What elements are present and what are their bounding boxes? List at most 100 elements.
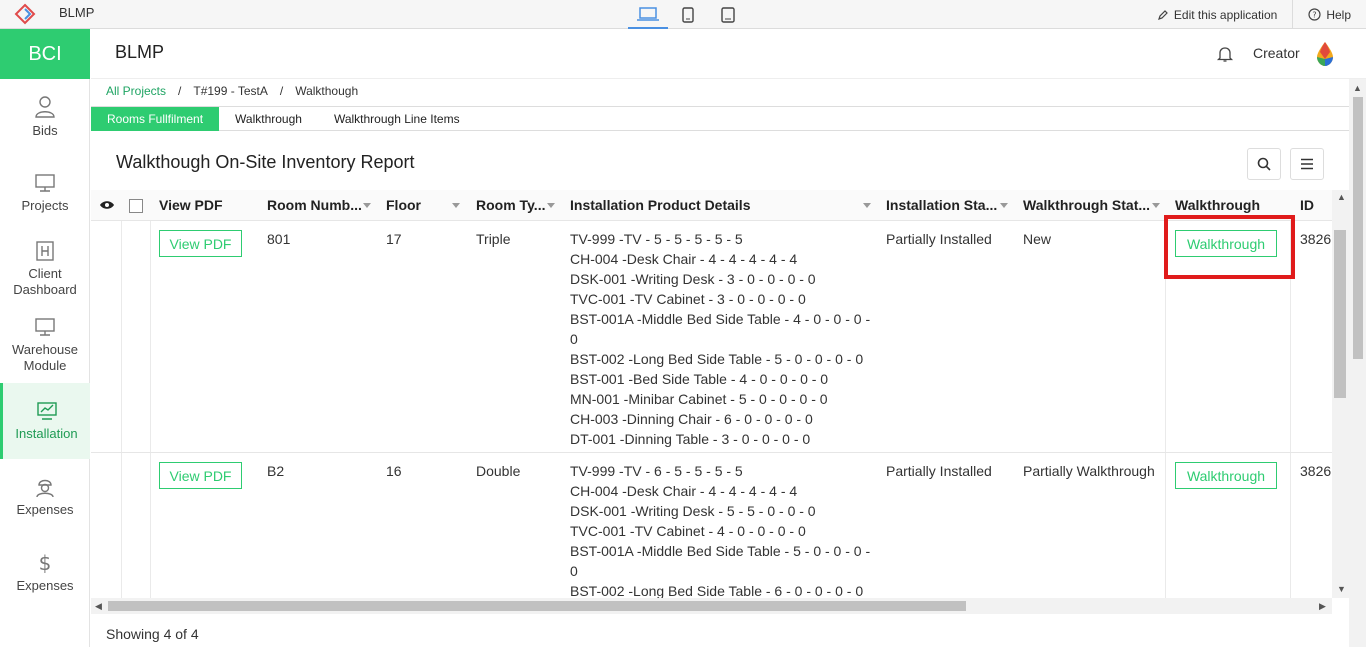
svg-text:?: ? <box>1313 11 1317 20</box>
walkthrough-button[interactable]: Walkthrough <box>1175 462 1277 489</box>
scroll-right-arrow-icon[interactable]: ▶ <box>1319 601 1326 612</box>
installation-status-cell: Partially Installed <box>886 463 992 479</box>
edit-application-link[interactable]: Edit this application <box>1142 0 1292 29</box>
sidebar-item-label: Projects <box>21 198 69 213</box>
eye-icon[interactable] <box>99 198 115 214</box>
product-line: BST-002 -Long Bed Side Table - 6 - 0 - 0… <box>570 583 864 598</box>
product-line: TVC-001 -TV Cabinet - 4 - 0 - 0 - 0 - 0 <box>570 523 806 539</box>
walkthrough-status-cell: Partially Walkthrough <box>1023 463 1155 479</box>
product-line: MN-001 -Minibar Cabinet - 5 - 0 - 0 - 0 … <box>570 391 828 407</box>
tab-walkthrough-line-items[interactable]: Walkthrough Line Items <box>318 107 476 131</box>
sidebar-item-warehouse-module[interactable]: Warehouse Module <box>0 307 90 383</box>
tablet-icon <box>721 6 735 23</box>
search-button[interactable] <box>1247 148 1281 180</box>
scrollbar-thumb[interactable] <box>1353 97 1363 359</box>
worker-icon <box>36 479 54 498</box>
help-icon: ? <box>1308 8 1321 21</box>
sidebar: BCI Bids Projects Client Dashboard Wareh… <box>0 29 90 647</box>
installation-status-cell: Partially Installed <box>886 231 992 247</box>
breadcrumb-all-projects[interactable]: All Projects <box>106 84 166 98</box>
sidebar-item-client-dashboard[interactable]: Client Dashboard <box>0 231 90 307</box>
brand-logo[interactable]: BCI <box>0 29 90 79</box>
product-details-cell: TV-999 -TV - 6 - 5 - 5 - 5 - 5 CH-004 -D… <box>570 461 870 598</box>
product-line: 0 <box>570 331 578 347</box>
sidebar-item-label: Warehouse Module <box>12 342 78 373</box>
table-row[interactable]: View PDF 801 17 Triple TV-999 -TV - 5 - … <box>91 221 1332 453</box>
table-row[interactable]: View PDF B2 16 Double TV-999 -TV - 6 - 5… <box>91 453 1332 598</box>
product-line: CH-004 -Desk Chair - 4 - 4 - 4 - 4 - 4 <box>570 483 798 499</box>
column-header-walkthrough-status[interactable]: Walkthrough Stat... <box>1023 197 1150 213</box>
product-line: CH-003 -Dinning Chair - 6 - 0 - 0 - 0 - … <box>570 411 813 427</box>
laptop-icon <box>637 6 659 21</box>
page-vertical-scrollbar[interactable]: ▲ <box>1349 79 1366 647</box>
breadcrumb-current: Walkthough <box>295 84 359 98</box>
phone-icon <box>682 6 694 23</box>
tab-bar: Rooms Fullfilment Walkthrough Walkthroug… <box>91 106 1349 131</box>
tab-walkthrough[interactable]: Walkthrough <box>219 107 318 131</box>
sidebar-item-bids[interactable]: Bids <box>0 79 90 155</box>
scrollbar-thumb[interactable] <box>1334 230 1346 398</box>
product-line: DSK-001 -Writing Desk - 3 - 0 - 0 - 0 - … <box>570 271 816 287</box>
column-sort-icon[interactable] <box>363 203 371 208</box>
table-vertical-scrollbar[interactable]: ▲ ▼ <box>1332 190 1349 598</box>
product-details-cell: TV-999 -TV - 5 - 5 - 5 - 5 - 5 CH-004 -D… <box>570 229 870 449</box>
product-line: TVC-001 -TV Cabinet - 3 - 0 - 0 - 0 - 0 <box>570 291 806 307</box>
product-line: BST-001A -Middle Bed Side Table - 5 - 0 … <box>570 543 871 559</box>
dollar-icon: $ <box>39 552 52 574</box>
column-header-installation-status[interactable]: Installation Sta... <box>886 197 997 213</box>
room-number-cell: 801 <box>267 231 291 247</box>
column-header-installation-product-details[interactable]: Installation Product Details <box>570 197 750 213</box>
select-all-checkbox[interactable] <box>129 199 143 213</box>
report-title: Walkthough On-Site Inventory Report <box>116 152 415 172</box>
top-bar: BLMP Edit this application ? Help <box>0 0 1366 29</box>
mobile-view-button[interactable] <box>668 0 708 29</box>
sidebar-item-projects[interactable]: Projects <box>0 155 90 231</box>
tab-rooms-fullfilment[interactable]: Rooms Fullfilment <box>91 107 220 131</box>
breadcrumb-project[interactable]: T#199 - TestA <box>193 84 267 98</box>
sidebar-item-expenses-dollar[interactable]: $ Expenses <box>0 535 90 611</box>
tablet-view-button[interactable] <box>708 0 748 29</box>
sidebar-item-installation[interactable]: Installation <box>0 383 90 459</box>
column-header-view-pdf: View PDF <box>159 197 223 213</box>
column-header-room-number[interactable]: Room Numb... <box>267 197 362 213</box>
product-line: TV-999 -TV - 5 - 5 - 5 - 5 - 5 <box>570 231 743 247</box>
menu-button[interactable] <box>1290 148 1324 180</box>
avatar[interactable] <box>1315 41 1335 70</box>
pencil-icon <box>1157 9 1168 20</box>
user-icon <box>35 96 55 118</box>
scroll-up-arrow-icon[interactable]: ▲ <box>1353 83 1362 93</box>
product-line: BST-001 -Bed Side Table - 4 - 0 - 0 - 0 … <box>570 371 829 387</box>
breadcrumb: All Projects / T#199 - TestA / Walkthoug… <box>106 84 358 98</box>
search-icon <box>1257 157 1271 171</box>
chart-icon <box>36 402 57 420</box>
column-header-floor[interactable]: Floor <box>386 197 421 213</box>
building-icon <box>36 241 54 261</box>
column-header-room-type[interactable]: Room Ty... <box>476 197 545 213</box>
view-pdf-button[interactable]: View PDF <box>159 462 242 489</box>
room-type-cell: Double <box>476 463 521 479</box>
floor-cell: 17 <box>386 231 402 247</box>
user-name[interactable]: Creator <box>1253 45 1300 61</box>
view-pdf-button[interactable]: View PDF <box>159 230 242 257</box>
help-link[interactable]: ? Help <box>1293 0 1366 29</box>
column-sort-icon[interactable] <box>547 203 555 208</box>
scroll-left-arrow-icon[interactable]: ◀ <box>95 601 102 612</box>
column-sort-icon[interactable] <box>452 203 460 208</box>
column-sort-icon[interactable] <box>863 203 871 208</box>
app-logo-icon[interactable] <box>14 3 36 25</box>
scroll-up-arrow-icon[interactable]: ▲ <box>1337 192 1346 202</box>
bell-icon[interactable] <box>1216 45 1234 66</box>
column-sort-icon[interactable] <box>1152 203 1160 208</box>
hamburger-icon <box>1301 158 1313 170</box>
floor-cell: 16 <box>386 463 402 479</box>
scroll-down-arrow-icon[interactable]: ▼ <box>1337 584 1346 594</box>
scrollbar-thumb[interactable] <box>108 601 966 611</box>
breadcrumb-separator: / <box>178 84 182 98</box>
room-number-cell: B2 <box>267 463 285 479</box>
table-horizontal-scrollbar[interactable]: ◀ ▶ <box>91 598 1332 614</box>
column-header-id[interactable]: ID <box>1300 197 1314 213</box>
column-sort-icon[interactable] <box>1000 203 1008 208</box>
sidebar-item-expenses-worker[interactable]: Expenses <box>0 459 90 535</box>
desktop-view-button[interactable] <box>628 0 668 29</box>
product-line: CH-004 -Desk Chair - 4 - 4 - 4 - 4 - 4 <box>570 251 798 267</box>
